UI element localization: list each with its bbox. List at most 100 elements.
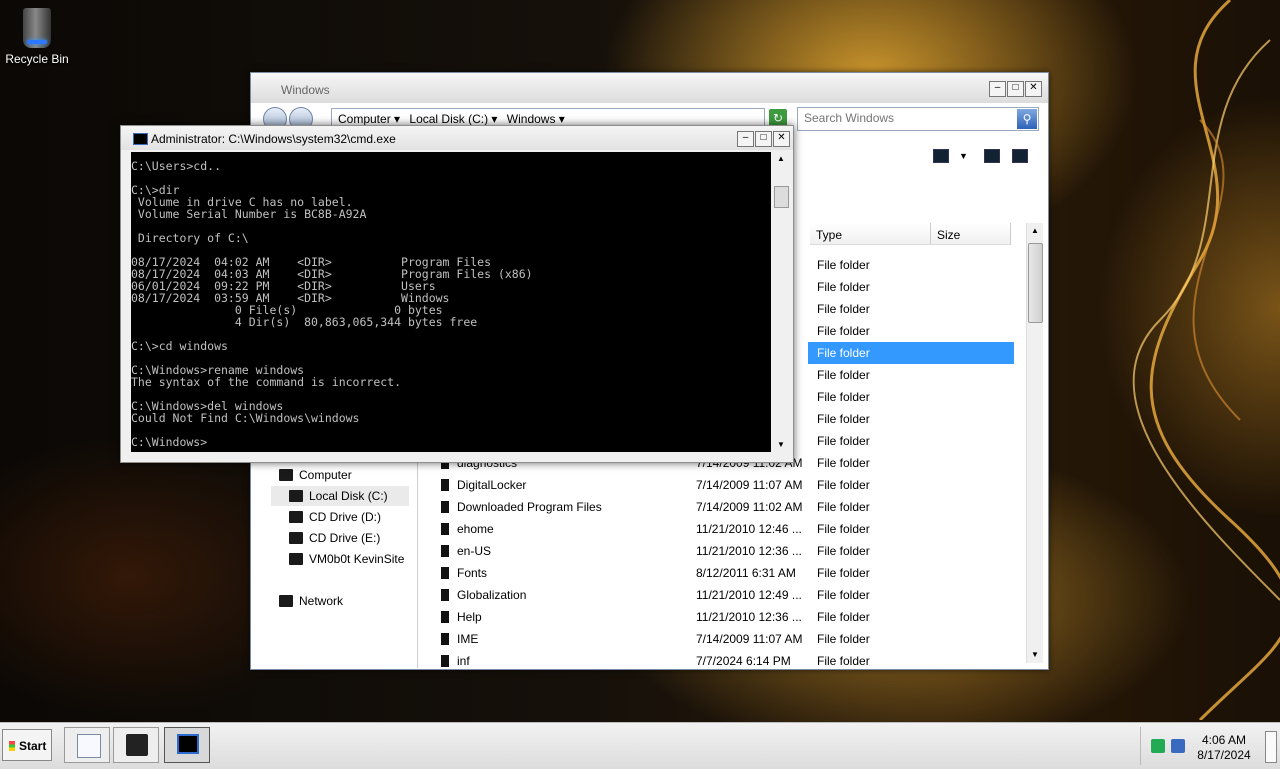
cmd-scrollbar[interactable]: ▲ ▼ bbox=[773, 152, 789, 452]
maximize-button[interactable]: □ bbox=[755, 131, 772, 147]
nav-item[interactable]: Local Disk (C:) bbox=[271, 486, 409, 506]
nav-item-label: Local Disk (C:) bbox=[309, 489, 388, 503]
column-header-size[interactable]: Size bbox=[931, 223, 1011, 245]
search-icon[interactable]: ⚲ bbox=[1017, 109, 1037, 129]
search-box[interactable]: ⚲ bbox=[797, 107, 1039, 131]
search-input[interactable] bbox=[798, 108, 1014, 128]
cmd-title: Administrator: C:\Windows\system32\cmd.e… bbox=[151, 132, 396, 146]
folder-icon bbox=[441, 501, 449, 513]
minimize-button[interactable]: – bbox=[737, 131, 754, 147]
nav-item-label: Computer bbox=[299, 468, 352, 482]
hard-drive-icon bbox=[289, 490, 303, 502]
windows-flag-icon bbox=[9, 741, 15, 751]
network-icon bbox=[279, 595, 293, 607]
folder-icon bbox=[441, 545, 449, 557]
nav-item[interactable]: CD Drive (D:) bbox=[271, 507, 409, 527]
nav-item-label: CD Drive (E:) bbox=[309, 531, 381, 545]
row-name: Fonts bbox=[457, 566, 488, 580]
scroll-thumb[interactable] bbox=[1028, 243, 1043, 323]
column-header-type[interactable]: Type bbox=[810, 223, 931, 245]
close-button[interactable]: ✕ bbox=[773, 131, 790, 147]
row-type: File folder bbox=[817, 544, 870, 558]
folder-icon bbox=[441, 523, 449, 535]
minimize-button[interactable]: – bbox=[989, 81, 1006, 97]
help-icon[interactable] bbox=[1012, 149, 1028, 163]
folder-icon bbox=[441, 611, 449, 623]
chevron-down-icon[interactable]: ▼ bbox=[959, 151, 968, 161]
scroll-up-icon[interactable]: ▲ bbox=[1027, 223, 1043, 239]
network-drive-icon bbox=[289, 553, 303, 565]
row-type: File folder bbox=[817, 412, 870, 426]
explorer-title: Windows bbox=[281, 83, 330, 97]
close-button[interactable]: ✕ bbox=[1025, 81, 1042, 97]
folder-icon bbox=[441, 655, 449, 667]
row-name: DigitalLocker bbox=[457, 478, 527, 492]
row-date: 11/21/2010 12:36 ... bbox=[696, 610, 802, 624]
breadcrumb-windows[interactable]: Windows bbox=[507, 112, 556, 126]
view-icon[interactable] bbox=[933, 149, 949, 163]
clock[interactable]: 4:06 AM 8/17/2024 bbox=[1189, 733, 1259, 763]
row-type: File folder bbox=[817, 588, 870, 602]
notepad-icon bbox=[77, 734, 101, 758]
row-type: File folder bbox=[817, 456, 870, 470]
breadcrumb-computer[interactable]: Computer bbox=[338, 112, 391, 126]
nav-item-label: CD Drive (D:) bbox=[309, 510, 381, 524]
folder-icon bbox=[441, 589, 449, 601]
recycle-bin-icon bbox=[23, 8, 51, 48]
row-date: 7/14/2009 11:02 AM bbox=[696, 500, 803, 514]
row-type: File folder bbox=[817, 566, 870, 580]
show-desktop-button[interactable] bbox=[1265, 731, 1277, 763]
nav-item[interactable]: Network bbox=[259, 591, 409, 611]
nav-item[interactable]: Computer bbox=[259, 465, 409, 485]
system-tray: 4:06 AM 8/17/2024 bbox=[1140, 727, 1279, 765]
nav-item[interactable]: VM0b0t KevinSite bbox=[271, 549, 409, 569]
file-list-scrollbar[interactable]: ▲ ▼ bbox=[1026, 223, 1043, 663]
scroll-down-icon[interactable]: ▼ bbox=[773, 438, 789, 452]
scroll-down-icon[interactable]: ▼ bbox=[1027, 647, 1043, 663]
row-date: 11/21/2010 12:49 ... bbox=[696, 588, 802, 602]
row-date: 11/21/2010 12:36 ... bbox=[696, 544, 802, 558]
preview-pane-icon[interactable] bbox=[984, 149, 1000, 163]
row-type: File folder bbox=[817, 610, 870, 624]
row-type: File folder bbox=[817, 368, 870, 382]
taskbar-app-notepad[interactable] bbox=[64, 727, 110, 763]
scroll-thumb[interactable] bbox=[774, 186, 789, 208]
cmd-console[interactable]: C:\Users>cd.. C:\>dir Volume in drive C … bbox=[131, 152, 771, 452]
cmd-output: C:\Users>cd.. C:\>dir Volume in drive C … bbox=[131, 159, 533, 449]
row-type: File folder bbox=[817, 258, 870, 272]
start-label: Start bbox=[19, 739, 47, 753]
scroll-up-icon[interactable]: ▲ bbox=[773, 152, 789, 166]
row-type: File folder bbox=[817, 434, 870, 448]
folder-icon bbox=[441, 567, 449, 579]
taskbar: Start 4:06 AM 8/17/2024 bbox=[0, 722, 1280, 769]
desktop-icon-recycle-bin[interactable]: Recycle Bin bbox=[4, 6, 70, 66]
network-tray-icon[interactable] bbox=[1151, 739, 1165, 753]
maximize-button[interactable]: □ bbox=[1007, 81, 1024, 97]
row-date: 7/14/2009 11:07 AM bbox=[696, 478, 803, 492]
row-name: IME bbox=[457, 632, 479, 646]
cd-drive-icon bbox=[289, 511, 303, 523]
wallpaper-swirl bbox=[1132, 0, 1280, 720]
row-type: File folder bbox=[817, 500, 870, 514]
computer-icon bbox=[279, 469, 293, 481]
row-type: File folder bbox=[817, 632, 870, 646]
clock-date: 8/17/2024 bbox=[1197, 748, 1251, 762]
row-type: File folder bbox=[808, 342, 1014, 364]
taskbar-app-cmd[interactable] bbox=[164, 727, 210, 763]
volume-icon[interactable] bbox=[1171, 739, 1185, 753]
breadcrumb-local-disk[interactable]: Local Disk (C:) bbox=[409, 112, 488, 126]
folder-icon bbox=[441, 479, 449, 491]
row-name: inf bbox=[457, 654, 470, 668]
nav-item[interactable]: CD Drive (E:) bbox=[271, 528, 409, 548]
cmd-title-bar[interactable]: Administrator: C:\Windows\system32\cmd.e… bbox=[121, 126, 793, 150]
explorer-title-bar[interactable]: Windows – □ ✕ bbox=[251, 73, 1048, 103]
cd-drive-icon bbox=[289, 532, 303, 544]
server-manager-icon bbox=[126, 734, 148, 756]
cmd-window[interactable]: Administrator: C:\Windows\system32\cmd.e… bbox=[120, 125, 794, 463]
taskbar-app-server-manager[interactable] bbox=[113, 727, 159, 763]
start-button[interactable]: Start bbox=[2, 729, 52, 761]
row-type: File folder bbox=[817, 280, 870, 294]
cmd-icon bbox=[133, 133, 148, 145]
folder-icon bbox=[441, 633, 449, 645]
row-name: Help bbox=[457, 610, 482, 624]
